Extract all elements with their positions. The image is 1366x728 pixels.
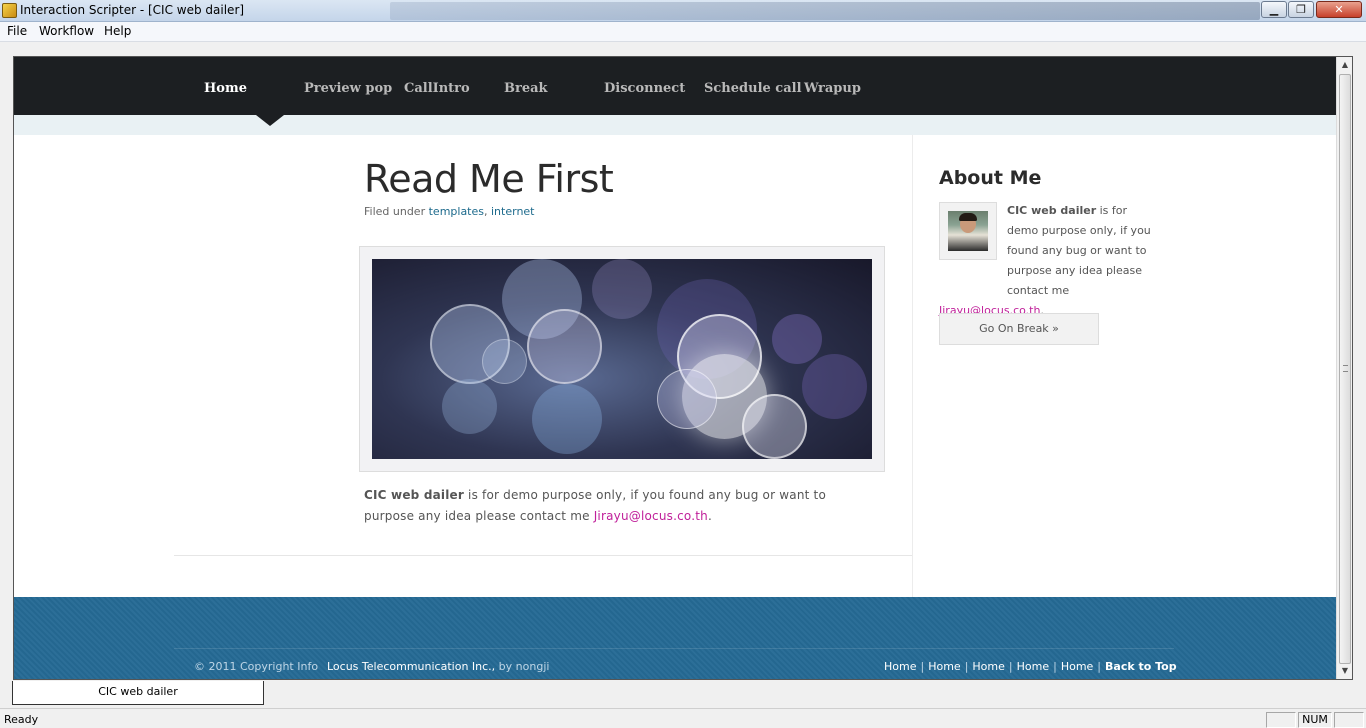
nav-wrapup[interactable]: Wrapup bbox=[804, 81, 861, 96]
scroll-down-arrow-icon[interactable]: ▼ bbox=[1337, 663, 1352, 679]
close-button[interactable]: ✕ bbox=[1316, 1, 1362, 18]
about-text: CIC web dailer is for demo purpose only,… bbox=[939, 201, 1154, 321]
footer-link-home[interactable]: Home bbox=[884, 660, 916, 673]
scroll-up-arrow-icon[interactable]: ▲ bbox=[1337, 57, 1352, 73]
scroll-grip-icon bbox=[1343, 365, 1348, 372]
nav-underlay bbox=[14, 115, 1336, 135]
status-text: Ready bbox=[4, 713, 39, 726]
featured-image bbox=[372, 259, 872, 459]
window-title-bar: Interaction Scripter - [CIC web dailer] … bbox=[0, 0, 1366, 22]
site-navigation: Home Preview pop CallIntro Break Disconn… bbox=[14, 57, 1336, 115]
footer-credit: Locus Telecommunication Inc., by nongji bbox=[327, 660, 549, 673]
title-bar-background bbox=[390, 2, 1260, 20]
main-content: Read Me First Filed under templates, int… bbox=[14, 135, 1336, 597]
minimize-button[interactable]: ▁ bbox=[1261, 1, 1287, 18]
status-cell-empty-2 bbox=[1334, 712, 1364, 728]
go-on-break-button[interactable]: Go On Break » bbox=[939, 313, 1099, 345]
app-icon bbox=[2, 3, 17, 18]
post-title: Read Me First bbox=[364, 157, 614, 201]
menu-file[interactable]: File bbox=[7, 24, 27, 38]
menu-bar: File Workflow Help bbox=[0, 22, 1366, 42]
footer-company: Locus Telecommunication Inc., bbox=[327, 660, 496, 673]
document-tab[interactable]: CIC web dailer bbox=[12, 681, 264, 705]
footer-link-home[interactable]: Home bbox=[972, 660, 1004, 673]
num-lock-indicator: NUM bbox=[1298, 712, 1332, 728]
menu-workflow[interactable]: Workflow bbox=[39, 24, 94, 38]
about-title: About Me bbox=[939, 167, 1042, 189]
nav-disconnect[interactable]: Disconnect bbox=[604, 81, 685, 96]
post-meta: Filed under templates, internet bbox=[364, 205, 535, 218]
featured-image-frame bbox=[359, 246, 885, 472]
footer-divider bbox=[174, 648, 1174, 649]
tag-link-templates[interactable]: templates bbox=[429, 205, 484, 218]
maximize-button[interactable]: ❐ bbox=[1288, 1, 1314, 18]
tag-link-internet[interactable]: internet bbox=[491, 205, 535, 218]
post-body-bold: CIC web dailer bbox=[364, 488, 465, 502]
post-body: CIC web dailer is for demo purpose only,… bbox=[364, 485, 874, 527]
sidebar-divider bbox=[912, 135, 913, 597]
status-cell-empty bbox=[1266, 712, 1296, 728]
nav-home[interactable]: Home bbox=[204, 81, 247, 96]
about-body: is for demo purpose only, if you found a… bbox=[1007, 204, 1151, 297]
nav-break[interactable]: Break bbox=[504, 81, 548, 96]
vertical-scrollbar[interactable]: ▲ ▼ bbox=[1336, 57, 1352, 679]
nav-callintro[interactable]: CallIntro bbox=[404, 81, 470, 96]
back-to-top-link[interactable]: Back to Top bbox=[1105, 660, 1177, 673]
nav-schedule-call[interactable]: Schedule call bbox=[704, 81, 802, 96]
filed-under-label: Filed under bbox=[364, 205, 429, 218]
footer-link-home[interactable]: Home bbox=[1061, 660, 1093, 673]
nav-preview-pop[interactable]: Preview pop bbox=[304, 81, 392, 96]
window-title: Interaction Scripter - [CIC web dailer] bbox=[20, 3, 245, 17]
footer-copyright: © 2011 Copyright Info bbox=[194, 660, 319, 673]
about-bold: CIC web dailer bbox=[1007, 204, 1097, 217]
menu-help[interactable]: Help bbox=[104, 24, 131, 38]
active-nav-pointer bbox=[256, 115, 284, 126]
site-footer: © 2011 Copyright Info Locus Telecommunic… bbox=[14, 597, 1336, 679]
footer-link-home[interactable]: Home bbox=[1017, 660, 1049, 673]
tag-separator: , bbox=[484, 205, 491, 218]
footer-link-home[interactable]: Home bbox=[928, 660, 960, 673]
post-email-link[interactable]: Jirayu@locus.co.th bbox=[594, 509, 708, 523]
web-view: Home Preview pop CallIntro Break Disconn… bbox=[13, 56, 1353, 680]
post-body-end: . bbox=[707, 509, 712, 523]
scroll-thumb[interactable] bbox=[1339, 74, 1351, 664]
footer-author: by nongji bbox=[495, 660, 550, 673]
footer-links: Home | Home | Home | Home | Home | Back to Top bbox=[884, 660, 1177, 673]
status-bar: Ready NUM bbox=[0, 708, 1366, 728]
content-divider bbox=[174, 555, 912, 556]
